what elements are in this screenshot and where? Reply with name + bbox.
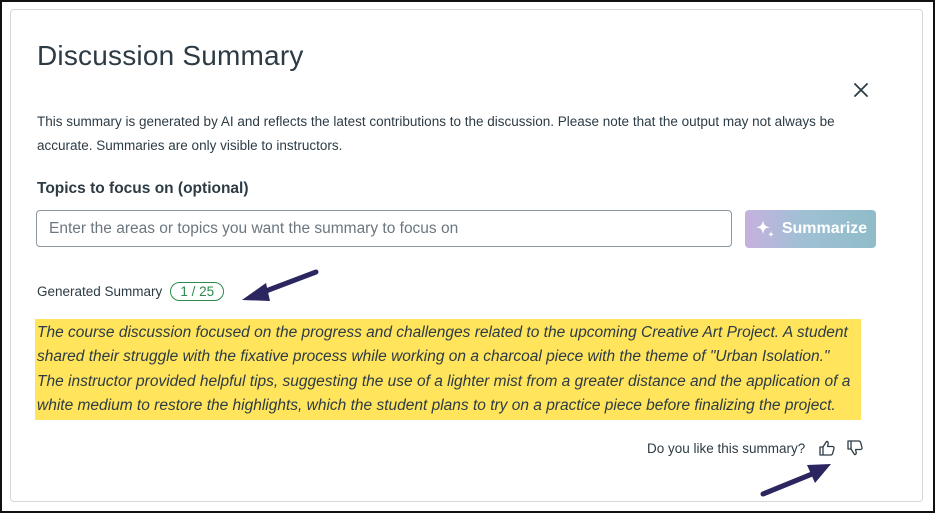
thumbs-down-icon — [847, 440, 864, 456]
summary-count-badge: 1 / 25 — [170, 282, 225, 301]
close-icon — [854, 83, 868, 97]
dislike-button[interactable] — [843, 436, 867, 460]
generated-summary-label: Generated Summary — [37, 284, 163, 299]
topics-label: Topics to focus on (optional) — [37, 180, 249, 197]
topics-input[interactable] — [36, 210, 732, 247]
summarize-button[interactable]: Summarize — [745, 210, 876, 248]
dialog-description: This summary is generated by AI and refl… — [37, 114, 835, 153]
sparkle-icon — [755, 220, 774, 238]
thumbs-up-icon — [819, 440, 836, 456]
annotation-arrow-counter — [242, 269, 319, 301]
summary-dialog — [10, 9, 923, 502]
annotation-arrow-like — [760, 464, 831, 497]
feedback-row: Do you like this summary? — [647, 436, 867, 460]
like-button[interactable] — [815, 436, 839, 460]
feedback-question: Do you like this summary? — [647, 440, 806, 456]
dialog-title: Discussion Summary — [37, 40, 304, 71]
summary-text: The course discussion focused on the pro… — [35, 319, 861, 421]
summarize-label: Summarize — [781, 220, 868, 237]
close-button[interactable] — [850, 79, 872, 101]
generated-summary-header: Generated Summary 1 / 25 — [37, 282, 225, 301]
